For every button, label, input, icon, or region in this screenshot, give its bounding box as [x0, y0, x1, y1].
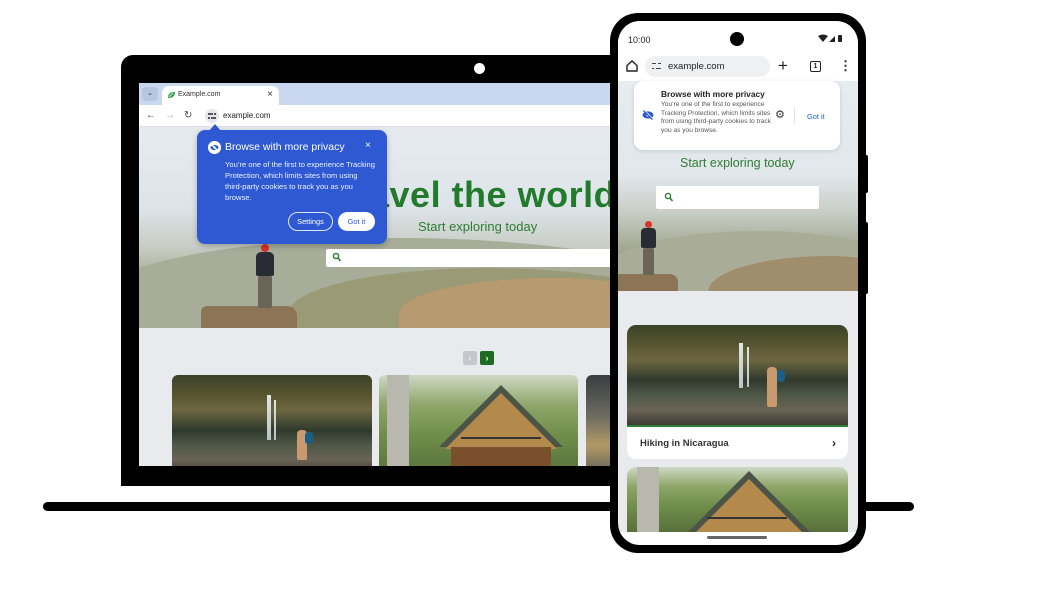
- site-settings-icon[interactable]: [652, 62, 662, 71]
- card-image-cabin: [627, 467, 848, 532]
- hero-subtitle: Start exploring today: [418, 219, 538, 234]
- chevron-right-icon[interactable]: ›: [832, 436, 836, 450]
- wifi-signal-battery-icon: [818, 34, 842, 42]
- tab-search-button[interactable]: ⌄: [142, 87, 158, 101]
- url-text: example.com: [668, 61, 725, 72]
- url-text: example.com: [223, 111, 271, 120]
- address-bar[interactable]: example.com: [202, 108, 619, 124]
- close-icon[interactable]: ×: [365, 140, 371, 152]
- system-status-icons: [818, 34, 844, 45]
- status-bar: 10:00: [618, 21, 858, 55]
- front-camera: [730, 32, 744, 46]
- gear-icon[interactable]: ⚙: [775, 109, 785, 121]
- popup-title: Browse with more privacy: [225, 141, 345, 153]
- settings-button[interactable]: Settings: [288, 212, 333, 231]
- more-menu-icon[interactable]: ⋮: [839, 58, 852, 74]
- bubble-title: Browse with more privacy: [661, 89, 765, 99]
- search-input[interactable]: [656, 186, 819, 209]
- hiker-figure: [258, 276, 272, 308]
- laptop-camera: [474, 63, 485, 74]
- home-icon[interactable]: [625, 59, 639, 73]
- home-gesture-bar[interactable]: [707, 536, 767, 539]
- phone-power-button: [864, 155, 868, 193]
- search-icon: [664, 192, 673, 202]
- phone-toolbar: example.com + 1 ⋮: [618, 55, 858, 81]
- status-time: 10:00: [628, 35, 651, 45]
- search-input[interactable]: [326, 249, 619, 267]
- tab-example[interactable]: Example.com ×: [162, 86, 279, 105]
- forward-arrow-icon[interactable]: →: [165, 109, 175, 122]
- hero-illustration: ⌄ Example.com × ← → ↻ example.com avel t…: [0, 0, 1057, 603]
- tab-strip: ⌄ Example.com ×: [139, 83, 619, 105]
- phone-volume-button: [864, 222, 868, 294]
- back-arrow-icon[interactable]: ←: [146, 109, 156, 122]
- privacy-popup: Browse with more privacy × You’re one of…: [197, 130, 387, 244]
- hero-subtitle: Start exploring today: [680, 156, 795, 170]
- bubble-body: You’re one of the first to experience Tr…: [661, 101, 771, 134]
- tab-switcher-button[interactable]: 1: [810, 61, 821, 72]
- rock-outcrop: [618, 274, 678, 291]
- destination-card[interactable]: [627, 467, 848, 532]
- card-image-hiking: [627, 325, 848, 427]
- leaf-icon: [167, 91, 176, 99]
- got-it-button[interactable]: Got it: [807, 112, 825, 121]
- rock-outcrop: [201, 306, 297, 328]
- tab-title: Example.com: [178, 91, 221, 98]
- eye-slash-icon: [642, 110, 654, 120]
- new-tab-button[interactable]: +: [778, 56, 788, 76]
- address-bar[interactable]: example.com: [645, 56, 770, 77]
- eye-slash-icon: [208, 141, 221, 154]
- destination-card[interactable]: Hiking in Nicaragua ›: [627, 325, 848, 459]
- hiker-figure: [643, 248, 654, 275]
- divider: [794, 107, 795, 124]
- card-image-hiking[interactable]: [172, 375, 372, 466]
- card-title: Hiking in Nicaragua: [640, 438, 729, 449]
- card-image-cabin[interactable]: [379, 375, 578, 466]
- site-settings-icon[interactable]: [205, 109, 219, 123]
- carousel-prev-button[interactable]: ‹: [463, 351, 477, 365]
- phone-browser-window: 10:00 example.com + 1 ⋮ Start exploring …: [618, 21, 858, 545]
- privacy-bubble: Browse with more privacy You’re one of t…: [634, 81, 840, 150]
- hero-title: avel the world: [369, 174, 617, 215]
- search-icon: [332, 252, 341, 262]
- got-it-button[interactable]: Got it: [338, 212, 375, 231]
- reload-icon[interactable]: ↻: [184, 109, 192, 122]
- close-icon[interactable]: ×: [267, 89, 273, 101]
- chevron-down-icon: ⌄: [147, 90, 153, 97]
- carousel-next-button[interactable]: ›: [480, 351, 494, 365]
- popup-body: You’re one of the first to experience Tr…: [225, 160, 375, 202]
